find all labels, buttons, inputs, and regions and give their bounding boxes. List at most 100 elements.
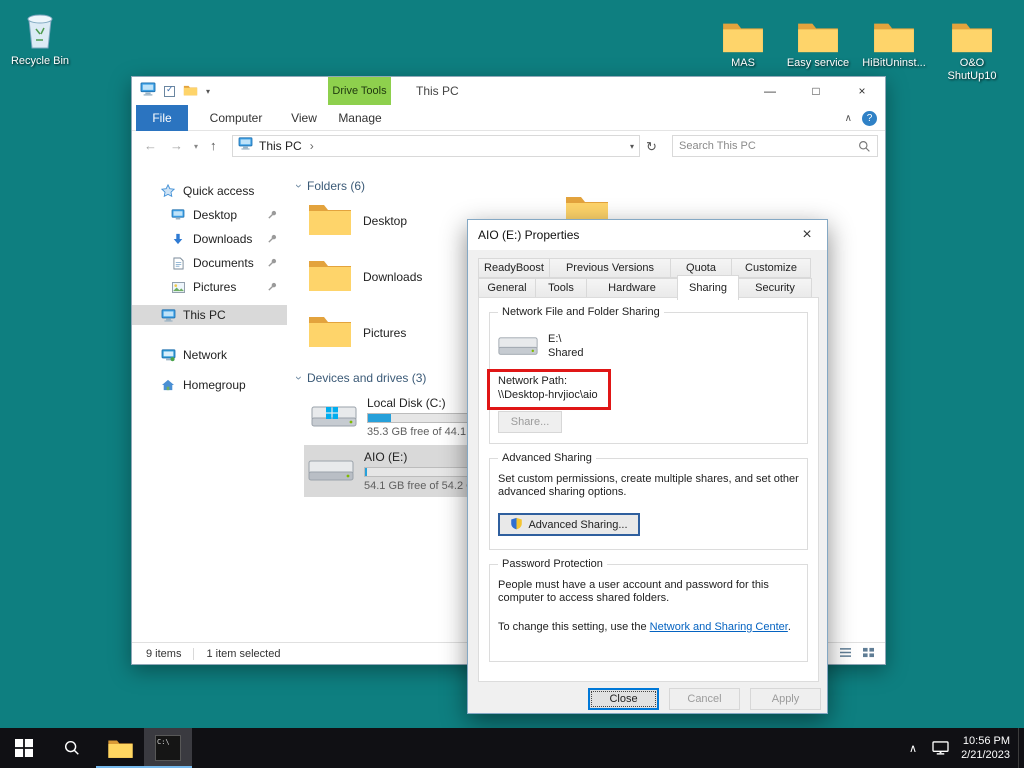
tab-sharing[interactable]: Sharing xyxy=(677,275,739,300)
close-button[interactable]: Close xyxy=(588,688,659,710)
dialog-titlebar: AIO (E:) Properties × xyxy=(468,220,827,250)
network-tray-icon[interactable] xyxy=(925,741,955,756)
taskbar-search-button[interactable] xyxy=(48,728,96,768)
desktop-monitor-icon xyxy=(170,209,186,221)
sidebar-item-downloads[interactable]: Downloads xyxy=(132,229,287,249)
clock-date: 2/21/2023 xyxy=(961,748,1010,762)
sidebar-item-pictures[interactable]: Pictures xyxy=(132,277,287,297)
folder-tile-desktop[interactable]: Desktop xyxy=(307,199,407,242)
ribbon-tab-row: File Computer View Manage ∧ ? xyxy=(132,105,885,131)
star-icon xyxy=(160,184,176,198)
chevron-down-icon[interactable]: › xyxy=(292,184,306,188)
tab-tools[interactable]: Tools xyxy=(535,278,587,298)
desktop-icon-label: O&O ShutUp10 xyxy=(934,57,1010,83)
contextual-tab-drive-tools[interactable]: Drive Tools xyxy=(328,77,391,105)
details-view-icon[interactable] xyxy=(839,647,852,661)
group-password-protection: Password Protection People must have a u… xyxy=(489,564,808,662)
qat-new-folder-icon[interactable] xyxy=(183,83,198,101)
sidebar-item-label: Downloads xyxy=(193,232,252,246)
ribbon-tab-manage[interactable]: Manage xyxy=(331,105,389,131)
close-button[interactable]: × xyxy=(839,77,885,105)
up-icon[interactable]: ↑ xyxy=(210,138,217,153)
sidebar-item-label: Quick access xyxy=(183,184,254,198)
sidebar-item-label: Documents xyxy=(193,256,254,270)
breadcrumb[interactable]: This PC xyxy=(259,139,302,153)
desktop-icon-label: Recycle Bin xyxy=(2,55,78,68)
system-tray: ∧ 10:56 PM 2/21/2023 xyxy=(901,728,1024,768)
dialog-close-button[interactable]: × xyxy=(791,223,823,247)
sidebar-item-network[interactable]: Network xyxy=(132,345,287,365)
ribbon-collapse-icon[interactable]: ∧ xyxy=(845,113,852,124)
desktop-icon-mas[interactable]: MAS xyxy=(705,8,781,70)
uac-shield-icon xyxy=(510,517,523,533)
chevron-down-icon[interactable]: › xyxy=(292,376,306,380)
network-and-sharing-center-link[interactable]: Network and Sharing Center xyxy=(650,621,788,633)
advanced-sharing-button[interactable]: Advanced Sharing... xyxy=(498,513,640,536)
picture-icon xyxy=(170,282,186,293)
refresh-icon[interactable]: ↻ xyxy=(646,139,657,155)
sidebar-item-desktop[interactable]: Desktop xyxy=(132,205,287,225)
desktop-icon-oo-shutup10[interactable]: O&O ShutUp10 xyxy=(934,8,1010,83)
windows-logo-icon xyxy=(326,407,338,419)
search-icon xyxy=(858,140,871,153)
advanced-sharing-description: Set custom permissions, create multiple … xyxy=(498,473,816,499)
group-advanced-sharing: Advanced Sharing Set custom permissions,… xyxy=(489,458,808,550)
taskbar: ∧ 10:56 PM 2/21/2023 xyxy=(0,728,1024,768)
taskbar-clock[interactable]: 10:56 PM 2/21/2023 xyxy=(955,734,1018,762)
pin-icon xyxy=(267,209,278,220)
drive-path: E:\ xyxy=(548,333,561,346)
sidebar-item-label: This PC xyxy=(183,308,226,322)
tab-hardware[interactable]: Hardware xyxy=(586,278,678,298)
breadcrumb-chevron-icon[interactable]: › xyxy=(310,139,314,153)
tab-readyboost[interactable]: ReadyBoost xyxy=(478,258,550,278)
tab-security[interactable]: Security xyxy=(738,278,812,298)
section-header-folders: › Folders (6) xyxy=(297,179,365,193)
desktop-icon-recycle-bin[interactable]: Recycle Bin xyxy=(2,6,78,68)
tray-chevron-icon[interactable]: ∧ xyxy=(901,742,925,755)
help-icon[interactable]: ? xyxy=(862,111,877,126)
search-icon xyxy=(63,739,81,757)
desktop-icon-easy-service[interactable]: Easy service xyxy=(780,8,856,70)
navigation-bar: ← → ▾ ↑ This PC › ▾ ↻ xyxy=(132,131,885,161)
taskbar-file-explorer-button[interactable] xyxy=(96,728,144,768)
folder-tile-pictures[interactable]: Pictures xyxy=(307,311,406,354)
recent-locations-icon[interactable]: ▾ xyxy=(194,142,198,151)
start-button[interactable] xyxy=(0,728,48,768)
qat-properties-icon[interactable] xyxy=(164,86,175,97)
large-icons-view-icon[interactable] xyxy=(862,647,875,661)
maximize-button[interactable]: □ xyxy=(793,77,839,105)
search-input[interactable] xyxy=(673,140,858,152)
dialog-title: AIO (E:) Properties xyxy=(478,228,579,242)
forward-icon[interactable]: → xyxy=(170,138,183,153)
sidebar-item-label: Network xyxy=(183,348,227,362)
folder-tile-downloads[interactable]: Downloads xyxy=(307,255,422,298)
download-arrow-icon xyxy=(170,233,186,245)
section-header-devices: › Devices and drives (3) xyxy=(297,371,426,385)
folder-icon xyxy=(307,255,353,298)
tab-general[interactable]: General xyxy=(478,278,536,298)
ribbon-tab-computer[interactable]: Computer xyxy=(198,105,274,131)
ribbon-tab-view[interactable]: View xyxy=(282,105,326,131)
folder-icon xyxy=(856,8,932,54)
network-icon xyxy=(160,349,176,362)
desktop-icon-hibit-uninstaller[interactable]: HiBitUninst... xyxy=(856,8,932,70)
ribbon-tab-file[interactable]: File xyxy=(136,105,188,131)
tab-previous-versions[interactable]: Previous Versions xyxy=(549,258,671,278)
sidebar-item-homegroup[interactable]: Homegroup xyxy=(132,375,287,395)
tab-customize[interactable]: Customize xyxy=(731,258,811,278)
show-desktop-button[interactable] xyxy=(1018,728,1024,768)
address-dropdown-icon[interactable]: ▾ xyxy=(630,142,634,151)
this-pc-icon xyxy=(238,137,253,155)
sidebar-item-this-pc[interactable]: This PC xyxy=(132,305,287,325)
window-title: This PC xyxy=(416,84,459,98)
qat-dropdown-icon[interactable]: ▾ xyxy=(206,87,210,96)
folder-icon xyxy=(934,8,1010,54)
address-bar[interactable]: This PC › ▾ xyxy=(232,135,640,157)
command-prompt-icon xyxy=(155,735,181,761)
sidebar-item-label: Pictures xyxy=(193,280,236,294)
sidebar-item-documents[interactable]: Documents xyxy=(132,253,287,273)
sidebar-item-quick-access[interactable]: Quick access xyxy=(132,181,287,201)
minimize-button[interactable]: — xyxy=(747,77,793,105)
back-icon[interactable]: ← xyxy=(144,138,157,153)
taskbar-terminal-button[interactable] xyxy=(144,728,192,768)
